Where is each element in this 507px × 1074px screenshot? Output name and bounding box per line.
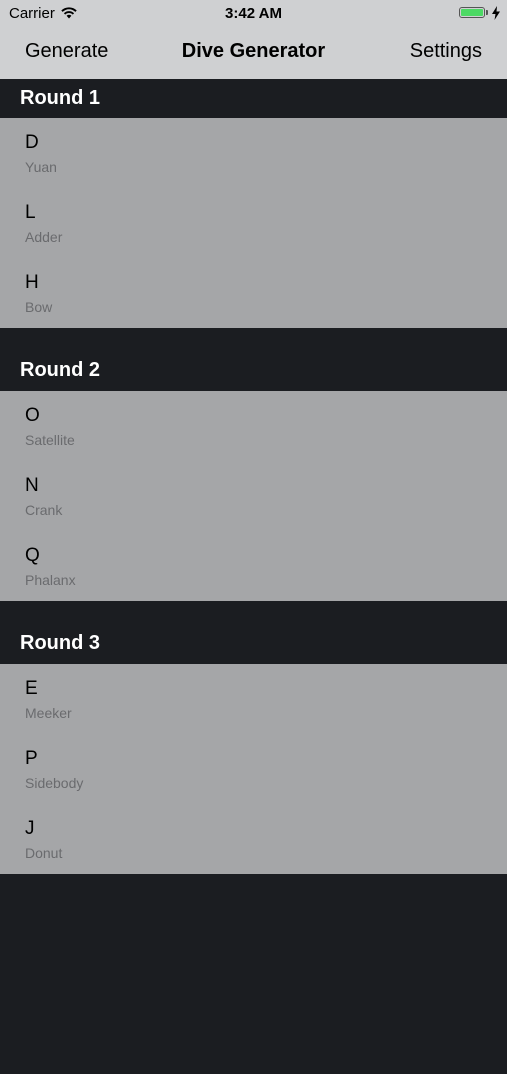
settings-button[interactable]: Settings [410,40,482,63]
dive-letter: J [25,818,35,839]
dive-row[interactable]: E Meeker [0,664,507,734]
dive-row[interactable]: J Donut [0,804,507,874]
dive-row[interactable]: D Yuan [0,118,507,188]
charging-bolt-icon [492,6,500,25]
dive-row[interactable]: O Satellite [0,391,507,461]
dive-letter: N [25,475,39,496]
battery-cap [486,10,488,15]
section-header-round-2: Round 2 [0,328,507,391]
dive-letter: Q [25,545,40,566]
next-section-header [0,874,507,1074]
section-header-round-1: Round 1 [0,79,507,118]
dive-name: Meeker [25,705,72,721]
section-header-round-3: Round 3 [0,601,507,664]
dive-name: Donut [25,845,63,861]
dive-name: Sidebody [25,775,84,791]
section-title: Round 3 [20,632,100,654]
section-title: Round 2 [20,359,100,381]
dive-row[interactable]: N Crank [0,461,507,531]
dive-name: Yuan [25,159,57,175]
dive-row[interactable]: L Adder [0,188,507,258]
battery-icon [459,7,485,18]
round-2-dives: O Satellite N Crank Q Phalanx [0,391,507,601]
dive-name: Satellite [25,432,75,448]
dive-letter: L [25,202,36,223]
rounds-list[interactable]: Round 1 D Yuan L Adder H Bow Round 2 O S… [0,79,507,1074]
dive-row[interactable]: Q Phalanx [0,531,507,601]
dive-row[interactable]: H Bow [0,258,507,328]
dive-name: Adder [25,229,63,245]
dive-name: Phalanx [25,572,76,588]
status-bar: Carrier 3:42 AM [0,0,507,27]
battery-fill [461,9,483,16]
dive-letter: O [25,405,40,426]
round-3-dives: E Meeker P Sidebody J Donut [0,664,507,874]
dive-name: Crank [25,502,63,518]
dive-letter: E [25,678,38,699]
round-1-dives: D Yuan L Adder H Bow [0,118,507,328]
dive-row[interactable]: P Sidebody [0,734,507,804]
dive-letter: D [25,132,39,153]
navigation-bar: Generate Dive Generator Settings [0,27,507,79]
dive-letter: H [25,272,39,293]
clock: 3:42 AM [225,5,282,22]
dive-letter: P [25,748,38,769]
section-title: Round 1 [20,87,100,109]
dive-name: Bow [25,299,53,315]
